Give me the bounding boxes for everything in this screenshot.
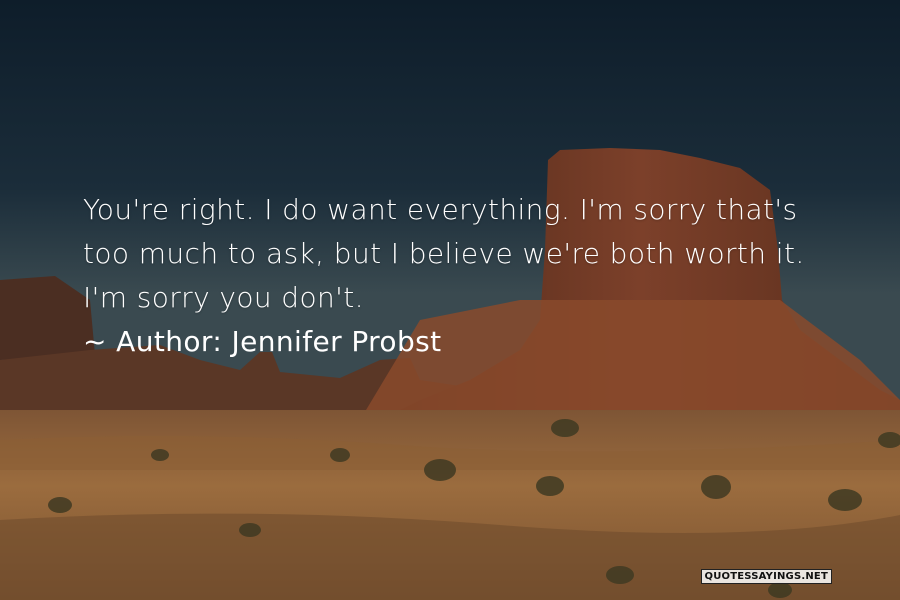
quote-line-2: too much to ask, but I believe we're bot… — [83, 237, 805, 270]
watermark: QUOTESSAYINGS.NET — [700, 569, 832, 584]
quote-line-3: I'm sorry you don't. — [83, 281, 364, 314]
quote-line-1: You're right. I do want everything. I'm … — [83, 193, 798, 226]
quote-block: You're right. I do want everything. I'm … — [83, 188, 883, 364]
author-name: Jennifer Probst — [231, 325, 442, 358]
author-line: ~ Author: Jennifer Probst — [83, 320, 883, 364]
author-prefix: ~ Author: — [83, 325, 223, 358]
